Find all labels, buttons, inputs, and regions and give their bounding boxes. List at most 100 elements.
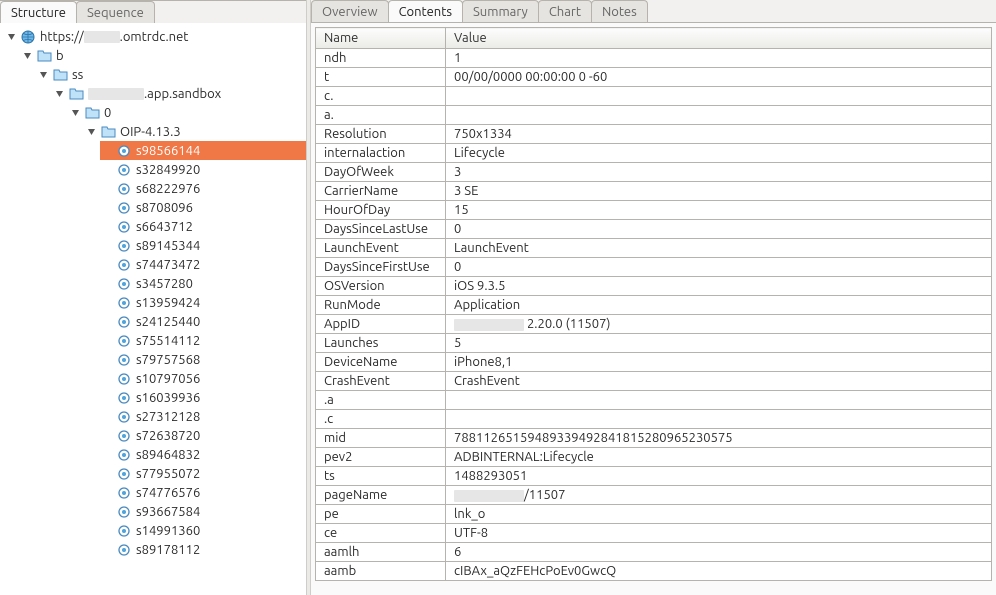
- tree-folder-b[interactable]: b: [20, 46, 306, 65]
- table-row[interactable]: OSVersioniOS 9.3.5: [316, 277, 992, 296]
- tree-twisty-icon[interactable]: [38, 70, 48, 80]
- tree-leaf[interactable]: s77955072: [100, 464, 306, 483]
- cell-name: ce: [316, 524, 446, 543]
- tree-leaf[interactable]: s89145344: [100, 236, 306, 255]
- cell-name: HourOfDay: [316, 201, 446, 220]
- right-tab-contents[interactable]: Contents: [388, 0, 463, 22]
- tree-leaf[interactable]: s72638720: [100, 426, 306, 445]
- request-icon: [116, 390, 132, 406]
- tree-twisty-icon[interactable]: [86, 127, 96, 137]
- tree-leaf[interactable]: s89464832: [100, 445, 306, 464]
- left-tabs: StructureSequence: [0, 1, 306, 23]
- tree-leaf[interactable]: s16039936: [100, 388, 306, 407]
- table-row[interactable]: ceUTF-8: [316, 524, 992, 543]
- table-row[interactable]: DayOfWeek3: [316, 163, 992, 182]
- tree-leaf[interactable]: s79757568: [100, 350, 306, 369]
- table-row[interactable]: Launches5: [316, 334, 992, 353]
- tree-folder-ss[interactable]: ss: [36, 65, 306, 84]
- cell-value: 750x1334: [446, 125, 992, 144]
- col-header-name[interactable]: Name: [316, 28, 446, 49]
- right-tab-chart[interactable]: Chart: [538, 0, 592, 22]
- tree-item-label: s24125440: [136, 313, 200, 331]
- table-row[interactable]: ndh1: [316, 49, 992, 68]
- table-row[interactable]: t00/00/0000 00:00:00 0 -60: [316, 68, 992, 87]
- tree-view[interactable]: https://.omtrdc.netbss.app.sandbox0OIP-4…: [0, 23, 306, 595]
- table-row[interactable]: internalactionLifecycle: [316, 144, 992, 163]
- tree-twisty-icon[interactable]: [6, 32, 16, 42]
- left-tab-sequence[interactable]: Sequence: [76, 1, 155, 23]
- cell-value: [446, 87, 992, 106]
- table-row[interactable]: pev2ADBINTERNAL:Lifecycle: [316, 448, 992, 467]
- right-pane: OverviewContentsSummaryChartNotes Name V…: [311, 0, 996, 595]
- left-pane: StructureSequence https://.omtrdc.netbss…: [0, 0, 306, 595]
- table-row[interactable]: LaunchEventLaunchEvent: [316, 239, 992, 258]
- left-tab-structure[interactable]: Structure: [0, 1, 77, 23]
- request-icon: [116, 504, 132, 520]
- cell-value: 0: [446, 220, 992, 239]
- right-tab-notes[interactable]: Notes: [591, 0, 648, 22]
- tree-twisty-icon[interactable]: [70, 108, 80, 118]
- table-row[interactable]: ts1488293051: [316, 467, 992, 486]
- request-icon: [116, 333, 132, 349]
- table-row[interactable]: DaysSinceFirstUse0: [316, 258, 992, 277]
- tree-item-label: b: [56, 47, 64, 65]
- table-row[interactable]: mid7881126515948933949284181528096523057…: [316, 429, 992, 448]
- table-row[interactable]: .c: [316, 410, 992, 429]
- tree-leaf[interactable]: s74776576: [100, 483, 306, 502]
- cell-value: UTF-8: [446, 524, 992, 543]
- tree-leaf[interactable]: s98566144: [100, 141, 306, 160]
- table-row[interactable]: a.: [316, 106, 992, 125]
- tree-leaf[interactable]: s74473472: [100, 255, 306, 274]
- tree-item-label: https://.omtrdc.net: [40, 28, 188, 46]
- cell-value: 1488293051: [446, 467, 992, 486]
- request-icon: [116, 428, 132, 444]
- table-row[interactable]: aambcIBAx_aQzFEHcPoEv0GwcQ: [316, 562, 992, 581]
- table-row[interactable]: .a: [316, 391, 992, 410]
- tree-leaf[interactable]: s75514112: [100, 331, 306, 350]
- tree-leaf[interactable]: s32849920: [100, 160, 306, 179]
- tree-folder-sandbox[interactable]: .app.sandbox: [52, 84, 306, 103]
- folder-icon: [84, 105, 100, 121]
- tree-leaf[interactable]: s89178112: [100, 540, 306, 559]
- tree-item-label: s32849920: [136, 161, 200, 179]
- cell-name: .a: [316, 391, 446, 410]
- cell-value: [446, 410, 992, 429]
- table-row[interactable]: DeviceNameiPhone8,1: [316, 353, 992, 372]
- table-row[interactable]: DaysSinceLastUse0: [316, 220, 992, 239]
- app-root: StructureSequence https://.omtrdc.netbss…: [0, 0, 996, 595]
- tree-twisty-icon[interactable]: [54, 89, 64, 99]
- col-header-value[interactable]: Value: [446, 28, 992, 49]
- table-row[interactable]: RunModeApplication: [316, 296, 992, 315]
- tree-twisty-icon[interactable]: [22, 51, 32, 61]
- tree-leaf[interactable]: s3457280: [100, 274, 306, 293]
- table-row[interactable]: c.: [316, 87, 992, 106]
- tree-folder-oip[interactable]: OIP-4.13.3: [84, 122, 306, 141]
- table-row[interactable]: AppID 2.20.0 (11507): [316, 315, 992, 334]
- tree-leaf[interactable]: s14991360: [100, 521, 306, 540]
- request-icon: [116, 162, 132, 178]
- table-row[interactable]: pelnk_o: [316, 505, 992, 524]
- table-row[interactable]: pageName/11507: [316, 486, 992, 505]
- tree-leaf[interactable]: s13959424: [100, 293, 306, 312]
- tree-leaf[interactable]: s6643712: [100, 217, 306, 236]
- request-icon: [116, 276, 132, 292]
- table-row[interactable]: Resolution750x1334: [316, 125, 992, 144]
- right-tab-overview[interactable]: Overview: [311, 0, 389, 22]
- tree-leaf[interactable]: s93667584: [100, 502, 306, 521]
- table-row[interactable]: CrashEventCrashEvent: [316, 372, 992, 391]
- contents-grid-wrap[interactable]: Name Value ndh1t00/00/0000 00:00:00 0 -6…: [311, 23, 996, 595]
- table-row[interactable]: aamlh6: [316, 543, 992, 562]
- request-icon: [116, 447, 132, 463]
- right-tab-summary[interactable]: Summary: [462, 0, 539, 22]
- tree-leaf[interactable]: s8708096: [100, 198, 306, 217]
- table-row[interactable]: CarrierName3 SE: [316, 182, 992, 201]
- tree-folder-0[interactable]: 0: [68, 103, 306, 122]
- tree-leaf[interactable]: s68222976: [100, 179, 306, 198]
- folder-icon: [36, 48, 52, 64]
- tree-leaf[interactable]: s24125440: [100, 312, 306, 331]
- tree-root[interactable]: https://.omtrdc.net: [4, 27, 306, 46]
- tree-leaf[interactable]: s27312128: [100, 407, 306, 426]
- request-icon: [116, 409, 132, 425]
- table-row[interactable]: HourOfDay15: [316, 201, 992, 220]
- tree-leaf[interactable]: s10797056: [100, 369, 306, 388]
